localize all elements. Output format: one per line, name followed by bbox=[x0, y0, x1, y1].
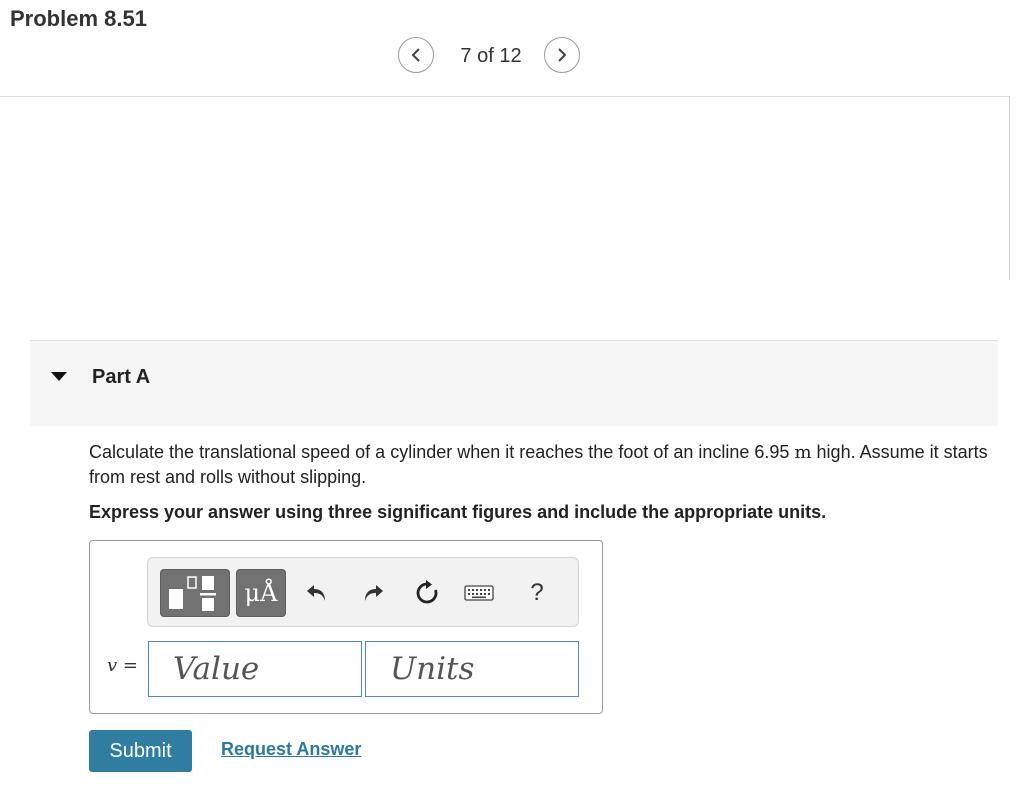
next-button[interactable] bbox=[544, 37, 580, 73]
caret-down-icon[interactable] bbox=[51, 372, 67, 381]
templates-button[interactable] bbox=[160, 569, 230, 617]
help-icon: ? bbox=[530, 579, 544, 606]
variable-label: v = bbox=[107, 655, 138, 676]
unit-symbol: m bbox=[794, 442, 812, 463]
part-label: Part A bbox=[92, 366, 151, 388]
request-answer-link[interactable]: Request Answer bbox=[221, 739, 361, 760]
value-placeholder: Value bbox=[173, 651, 260, 687]
header-divider bbox=[0, 96, 1010, 97]
undo-icon bbox=[307, 585, 325, 601]
answer-box: μÅ ? v = Value Units bbox=[89, 540, 603, 714]
math-toolbar: μÅ ? bbox=[147, 557, 579, 627]
redo-button[interactable] bbox=[358, 576, 388, 610]
undo-button[interactable] bbox=[302, 576, 332, 610]
help-button[interactable]: ? bbox=[522, 576, 552, 610]
question-text-start: Calculate the translational speed of a c… bbox=[89, 442, 790, 462]
chevron-left-icon bbox=[411, 48, 420, 62]
pager-position: 7 of 12 bbox=[460, 45, 522, 67]
submit-button[interactable]: Submit bbox=[89, 730, 192, 772]
reset-icon bbox=[416, 580, 438, 604]
units-button[interactable]: μÅ bbox=[236, 569, 286, 617]
keyboard-button[interactable] bbox=[462, 576, 496, 610]
value-input[interactable]: Value bbox=[148, 641, 362, 697]
units-icon: μÅ bbox=[244, 579, 278, 607]
problem-title: Problem 8.51 bbox=[10, 6, 147, 31]
equals-sign: = bbox=[122, 655, 138, 676]
content-panel-edge bbox=[1009, 96, 1010, 280]
reset-button[interactable] bbox=[412, 576, 442, 610]
keyboard-icon bbox=[464, 585, 494, 601]
part-a-header[interactable]: Part A bbox=[30, 340, 998, 426]
templates-icon bbox=[169, 576, 216, 611]
chevron-right-icon bbox=[558, 48, 567, 62]
question-text: Calculate the translational speed of a c… bbox=[89, 440, 1004, 489]
previous-button[interactable] bbox=[398, 37, 434, 73]
units-input[interactable]: Units bbox=[365, 641, 579, 697]
units-placeholder: Units bbox=[390, 651, 475, 687]
redo-icon bbox=[365, 585, 383, 601]
problem-pager: 7 of 12 bbox=[398, 37, 588, 77]
variable-symbol: v bbox=[107, 655, 118, 676]
answer-instruction: Express your answer using three signific… bbox=[89, 502, 827, 522]
